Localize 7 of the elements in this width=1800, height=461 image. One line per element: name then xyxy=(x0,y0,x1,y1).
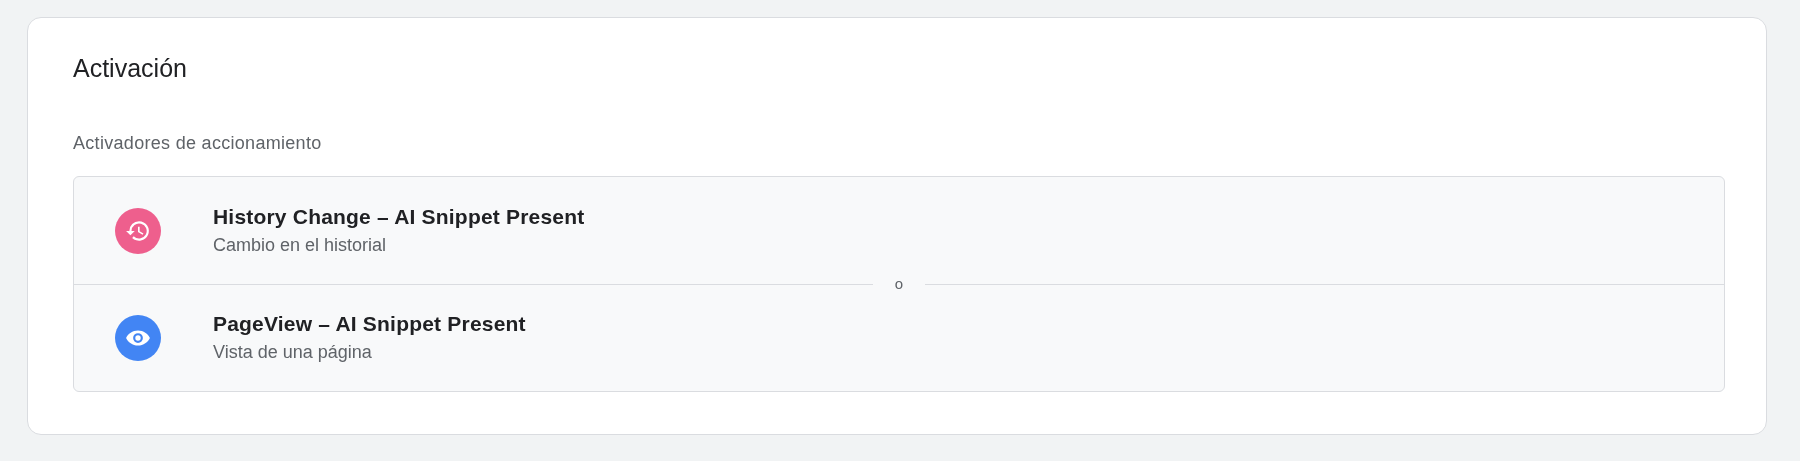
section-title: Activación xyxy=(73,54,188,83)
section-subtitle: Activadores de accionamiento xyxy=(73,133,323,154)
trigger-type: Vista de una página xyxy=(213,342,373,363)
trigger-name[interactable]: History Change – AI Snippet Present xyxy=(213,205,585,229)
trigger-name[interactable]: PageView – AI Snippet Present xyxy=(213,312,526,336)
or-label: o xyxy=(893,274,905,294)
trigger-type: Cambio en el historial xyxy=(213,235,388,256)
